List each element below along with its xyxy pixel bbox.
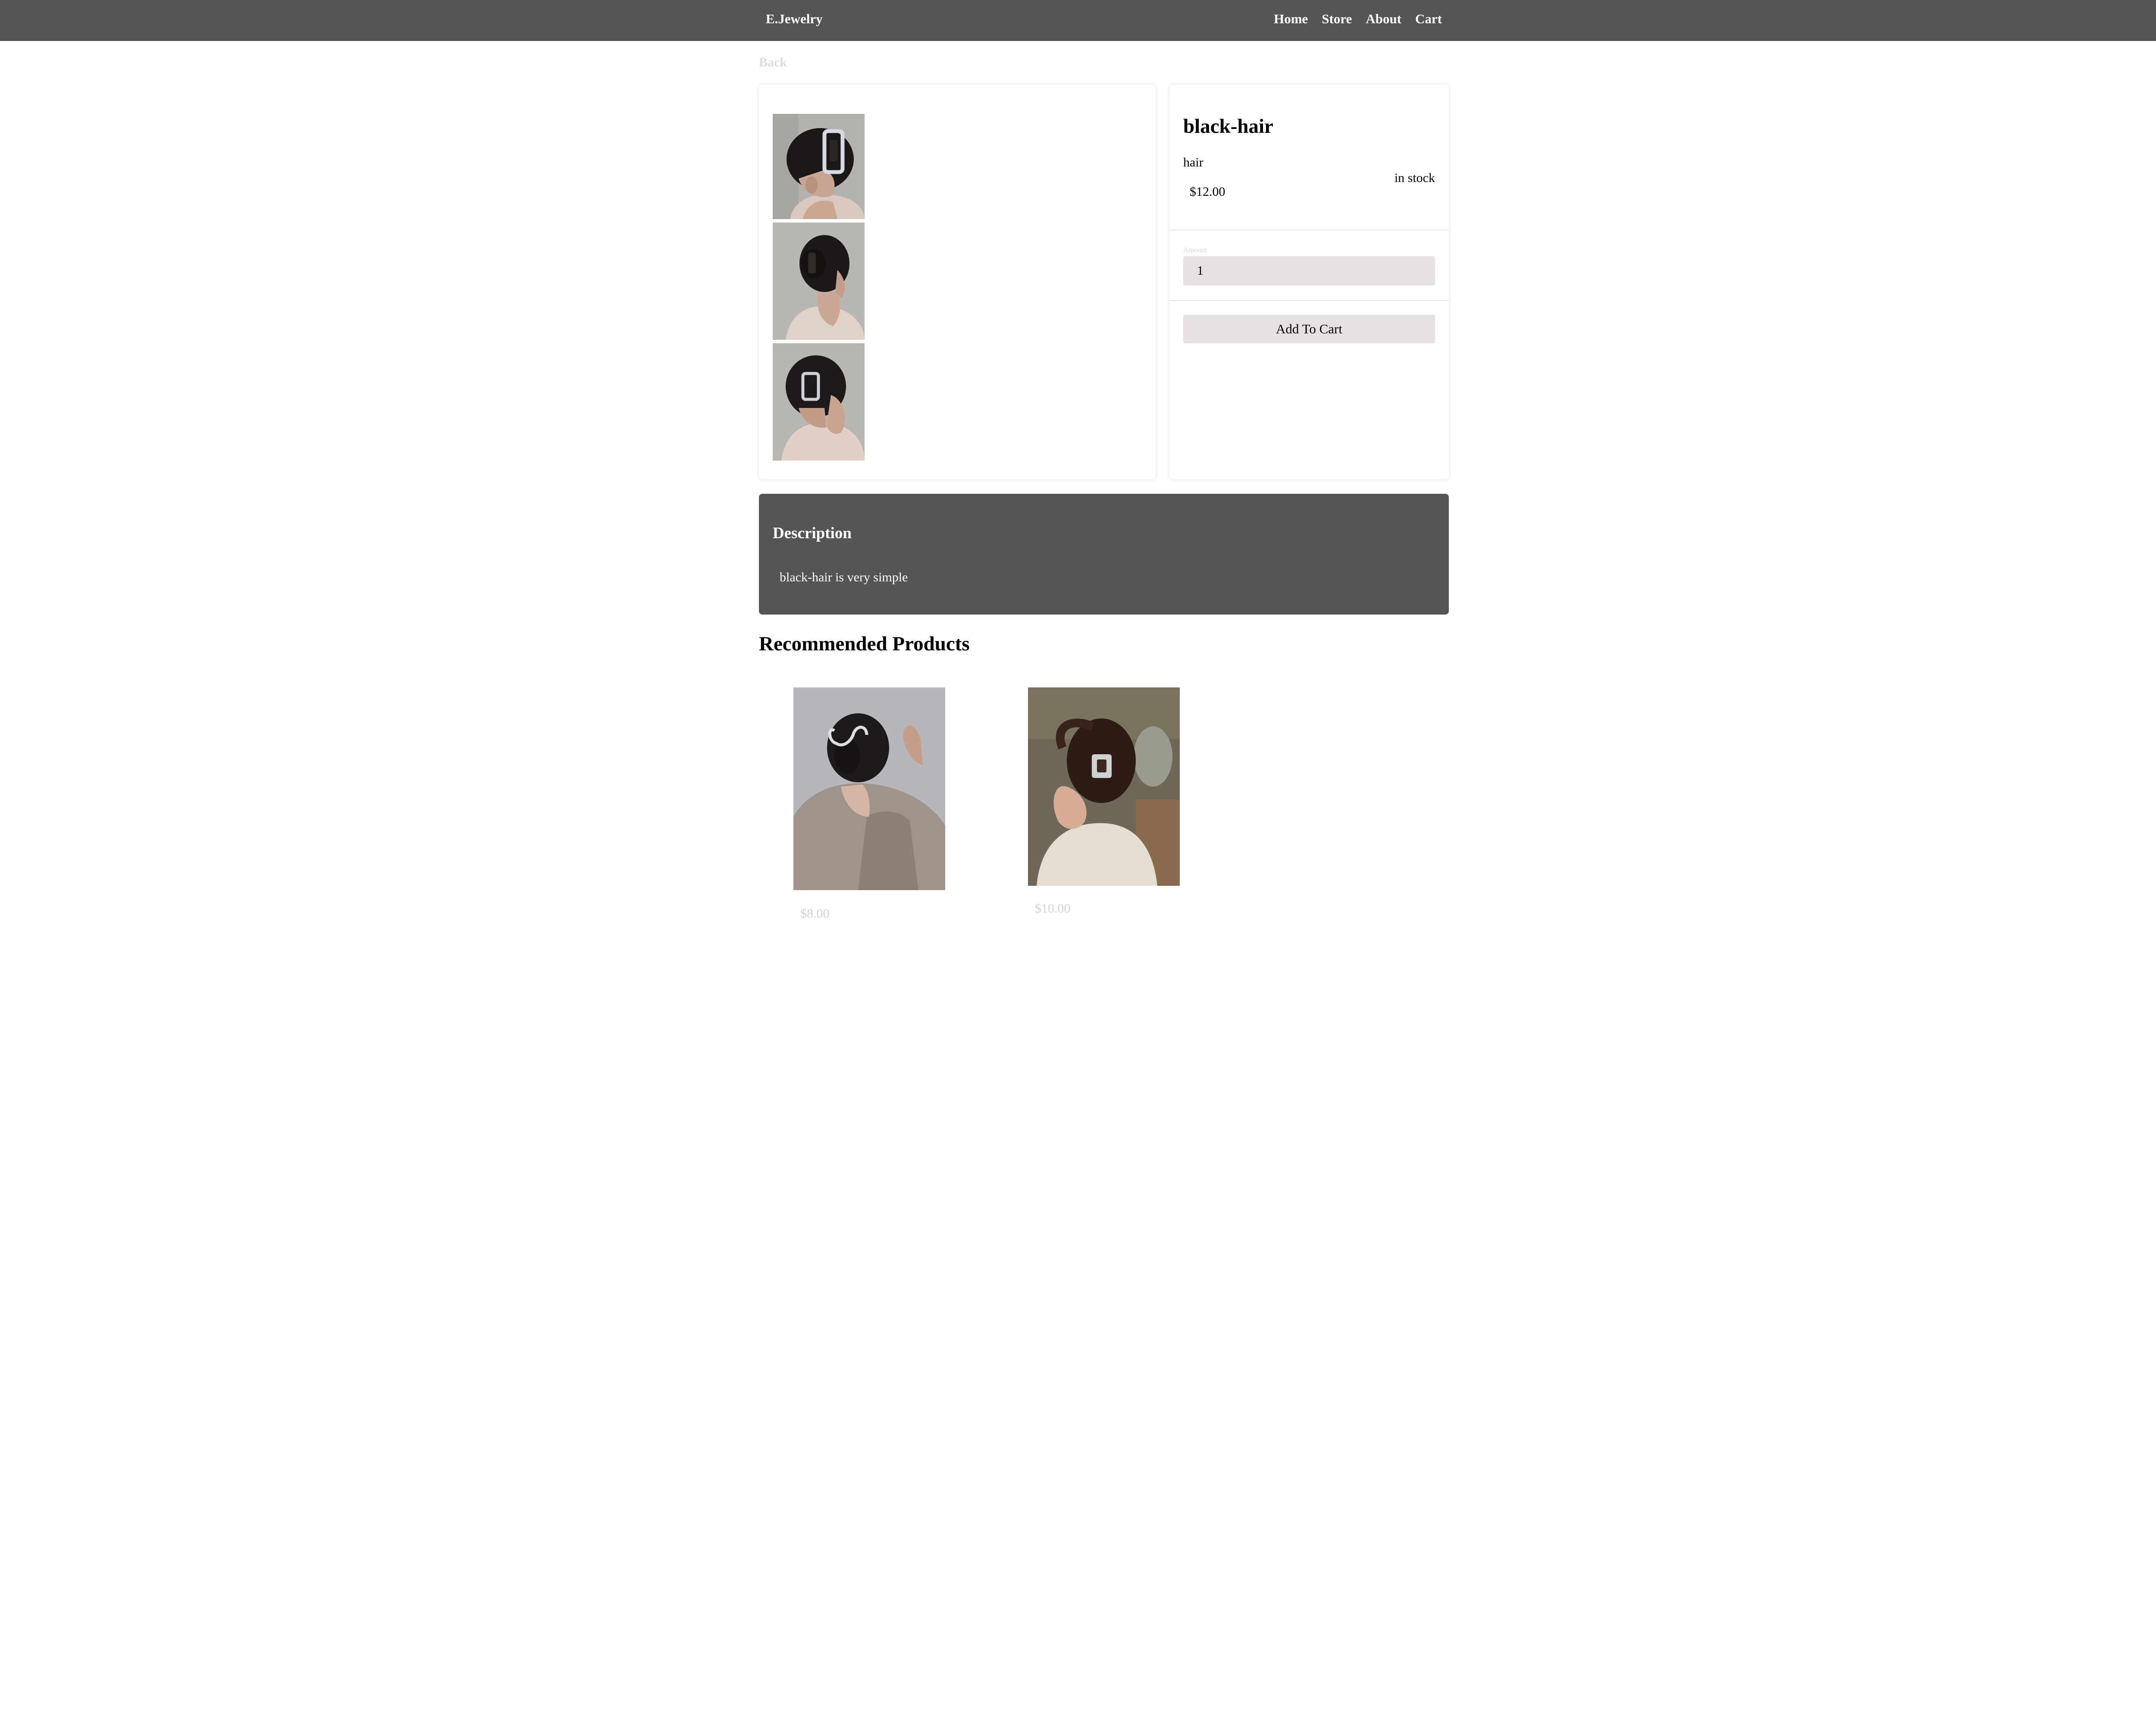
product-price: $12.00 xyxy=(1190,185,1225,199)
navbar: E.Jewelry Home Store About Cart xyxy=(0,0,2156,41)
product-photo-2 xyxy=(773,223,865,340)
recommended-product-price-2: $10.00 xyxy=(1035,901,1071,916)
product-title: black-hair xyxy=(1183,115,1273,138)
add-to-cart-button[interactable]: Add To Cart xyxy=(1183,315,1435,343)
nav-links: Home Store About Cart xyxy=(1274,11,1442,27)
back-link[interactable]: Back xyxy=(759,55,787,70)
recommended-product-1[interactable]: $8.00 xyxy=(793,687,945,929)
stock-status: in stock xyxy=(1394,171,1435,185)
recommended-heading: Recommended Products xyxy=(759,633,970,655)
product-thumbnail-3[interactable] xyxy=(773,343,865,461)
divider xyxy=(1169,300,1449,301)
brand-logo-link[interactable]: E.Jewelry xyxy=(766,11,823,27)
product-thumbnail-2[interactable] xyxy=(773,223,865,340)
product-photo-1 xyxy=(773,114,865,219)
recommended-product-image-2 xyxy=(1028,687,1180,886)
recommended-product-price-1: $8.00 xyxy=(800,907,830,921)
product-gallery xyxy=(759,85,1156,479)
recommended-product-image-1 xyxy=(793,687,945,890)
amount-input[interactable] xyxy=(1183,256,1435,285)
recommended-photo-1 xyxy=(793,687,945,890)
product-thumbnail-1[interactable] xyxy=(773,114,865,219)
recommended-product-2[interactable]: $10.00 xyxy=(1028,687,1180,925)
amount-label: Amount xyxy=(1183,246,1207,254)
nav-link-cart[interactable]: Cart xyxy=(1415,11,1442,27)
product-photo-3 xyxy=(773,343,865,461)
product-info-card: black-hair hair $12.00 in stock Amount A… xyxy=(1169,85,1449,479)
nav-link-about[interactable]: About xyxy=(1366,11,1401,27)
recommended-photo-2 xyxy=(1028,687,1180,886)
description-text: black-hair is very simple xyxy=(780,570,908,584)
divider xyxy=(1169,229,1449,230)
description-title: Description xyxy=(773,524,852,542)
nav-link-store[interactable]: Store xyxy=(1322,11,1352,27)
product-category: hair xyxy=(1183,155,1203,169)
description-panel: Description black-hair is very simple xyxy=(759,494,1449,615)
nav-link-home[interactable]: Home xyxy=(1274,11,1308,27)
